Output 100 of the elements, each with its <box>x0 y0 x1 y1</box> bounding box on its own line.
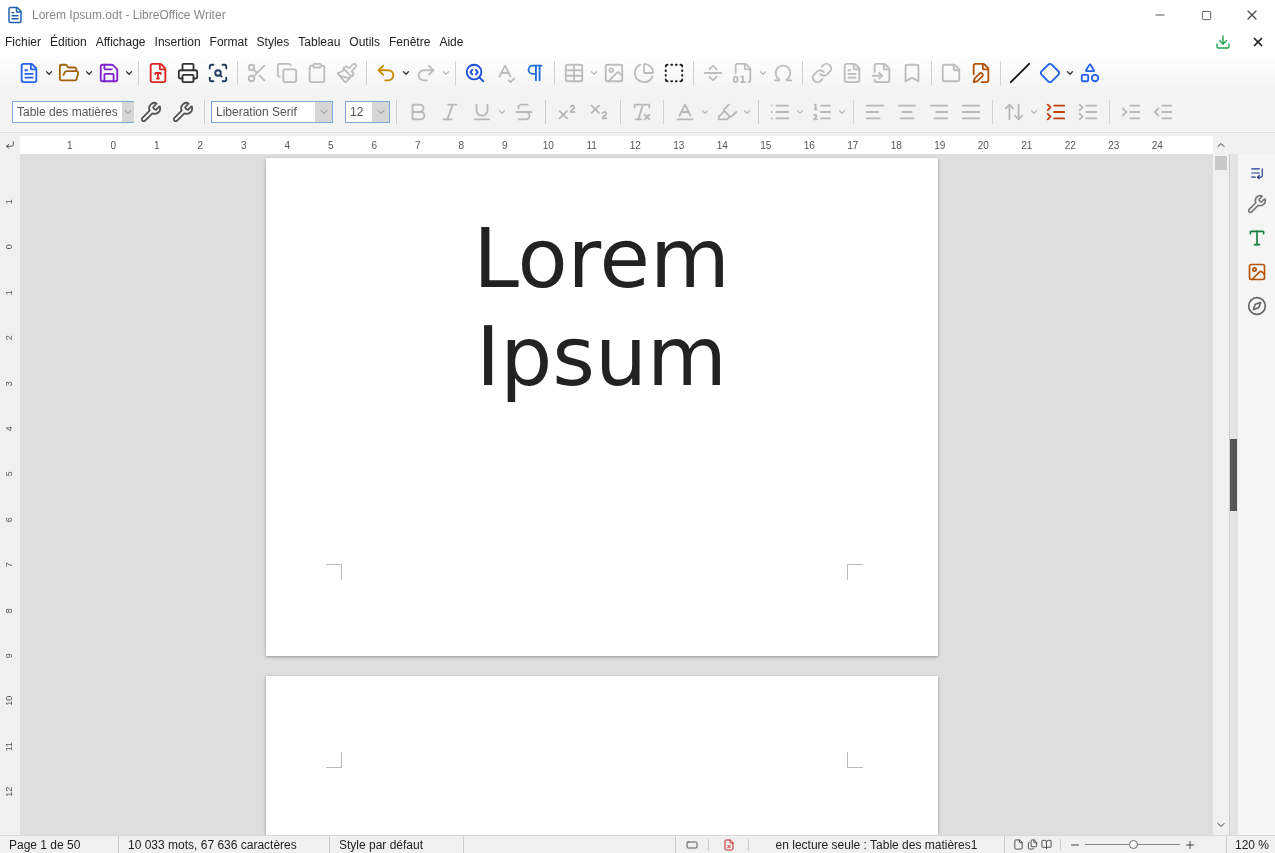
ruler-label: 10 <box>541 138 555 153</box>
preview-icon <box>207 62 229 84</box>
link-icon <box>811 62 833 84</box>
selection-mode-icon[interactable] <box>686 838 698 851</box>
copy-icon <box>276 62 298 84</box>
text-boundary-mark <box>325 564 342 580</box>
zoom-in-icon[interactable] <box>1184 838 1196 851</box>
ruler-label: 16 <box>802 138 816 153</box>
page-style: Style par défaut <box>330 835 464 853</box>
document-title: Lorem Ipsum <box>472 210 731 406</box>
read-only-status: en lecture seule : Table des matières1 <box>749 835 1005 853</box>
footnote-icon <box>841 62 863 84</box>
close-document-icon[interactable] <box>1251 35 1265 49</box>
ruler-label: 3 <box>239 138 248 153</box>
ruler-label: 8 <box>3 607 16 613</box>
menu-item[interactable]: Fenêtre <box>386 33 434 51</box>
text-boundary-mark <box>846 752 863 768</box>
clipboard-icon <box>306 62 328 84</box>
compass-icon[interactable] <box>1246 296 1267 316</box>
sidebar-handle[interactable] <box>1230 438 1237 511</box>
wrench-icon <box>140 101 162 123</box>
ruler-label: 7 <box>3 562 16 568</box>
ruler-label: 9 <box>500 138 509 153</box>
line-icon <box>1009 62 1031 84</box>
ruler-label: 5 <box>3 471 16 477</box>
pie-chart-icon <box>633 62 655 84</box>
menu-item[interactable]: Insertion <box>151 33 204 51</box>
edit-document-icon <box>970 62 992 84</box>
ruler-label: 12 <box>628 138 642 153</box>
ruler-label: 11 <box>585 138 598 153</box>
ruler-label: 9 <box>3 653 16 659</box>
vertical-scrollbar[interactable] <box>1213 154 1229 835</box>
maximize-icon <box>1200 9 1212 21</box>
pdf-icon <box>147 62 169 84</box>
wrench-icon <box>172 101 194 123</box>
multi-page-view-icon[interactable] <box>1027 839 1038 850</box>
ruler-label: 15 <box>759 138 773 153</box>
window-title: Lorem Ipsum.odt - LibreOffice Writer <box>32 7 226 24</box>
document-modified-icon <box>722 838 735 851</box>
scrollbar-thumb[interactable] <box>1215 156 1227 170</box>
underline-icon <box>471 101 493 123</box>
search-icon <box>464 62 486 84</box>
ruler-label: 24 <box>1150 138 1164 153</box>
app-icon <box>6 6 24 24</box>
zoom-slider-thumb[interactable] <box>1128 840 1138 849</box>
printer-icon <box>177 62 199 84</box>
menu-item[interactable]: Aide <box>436 33 467 51</box>
combo-box[interactable]: Liberation Serif <box>211 101 333 123</box>
ruler-label: 1 <box>152 138 161 153</box>
menu-item[interactable]: Fichier <box>2 33 44 51</box>
paragraph-spacing-icon <box>1045 101 1067 123</box>
combo-box[interactable]: 12 <box>345 101 390 123</box>
endnote-icon <box>871 62 893 84</box>
text-boundary-mark <box>325 752 342 768</box>
menu-item[interactable]: Tableau <box>295 33 344 51</box>
highlighter-icon <box>716 101 738 123</box>
ruler-label: 14 <box>715 138 729 153</box>
menu-item[interactable]: Affichage <box>92 33 149 51</box>
note-icon <box>940 62 962 84</box>
ruler-label: 17 <box>846 138 860 153</box>
menu-item[interactable]: Outils <box>346 33 383 51</box>
ruler-label: 21 <box>1020 138 1034 153</box>
ruler-label: 2 <box>196 138 205 153</box>
ruler-label: 0 <box>109 138 118 153</box>
scissors-icon <box>246 62 268 84</box>
gallery-icon[interactable] <box>1246 262 1267 282</box>
ruler-label: 6 <box>3 516 16 522</box>
combo-box[interactable]: Table des matières <box>12 101 134 123</box>
strikethrough-icon <box>513 101 535 123</box>
sidebar-menu-icon[interactable] <box>1249 166 1264 180</box>
page-count: Page 1 de 50 <box>0 835 119 853</box>
ruler-label: 10 <box>3 696 16 706</box>
wrench-icon[interactable] <box>1246 194 1267 214</box>
menu-item[interactable]: Format <box>206 33 251 51</box>
book-view-icon[interactable] <box>1041 839 1052 850</box>
clear-formatting-icon <box>631 101 653 123</box>
zoom-level[interactable]: 120 % <box>1225 835 1275 853</box>
ruler-label: 23 <box>1107 138 1121 153</box>
document-icon <box>18 62 40 84</box>
font-color-icon <box>674 101 696 123</box>
ruler-label: 18 <box>889 138 903 153</box>
ruler-label: 20 <box>976 138 990 153</box>
word-count: 10 033 mots, 67 636 caractères <box>119 835 330 853</box>
table-icon <box>563 62 585 84</box>
menu-item[interactable]: Styles <box>253 33 293 51</box>
single-page-view-icon[interactable] <box>1013 839 1024 850</box>
image-icon <box>603 62 625 84</box>
ruler-label: 1 <box>3 199 16 205</box>
page-break-icon <box>702 62 724 84</box>
diamond-icon <box>1039 62 1061 84</box>
ruler-label: 6 <box>370 138 379 153</box>
omega-icon <box>772 62 794 84</box>
download-icon[interactable] <box>1215 34 1231 50</box>
ruler-label: 7 <box>413 138 422 153</box>
ruler-label: 4 <box>3 426 16 432</box>
shapes-icon <box>1079 62 1101 84</box>
tab-stop-icon[interactable] <box>5 140 15 150</box>
ruler-label: 5 <box>326 138 335 153</box>
menu-item[interactable]: Édition <box>47 33 90 51</box>
ruler-label: 8 <box>457 138 466 153</box>
